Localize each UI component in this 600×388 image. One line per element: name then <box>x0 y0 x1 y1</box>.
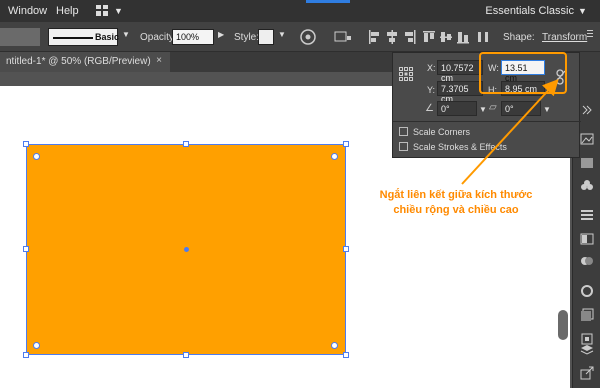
annotation-text: Ngắt liên kết giữa kích thước chiều rộng… <box>356 188 556 218</box>
annotation-line-2: chiều rộng và chiều cao <box>393 204 519 216</box>
annotation-line-1: Ngắt liên kết giữa kích thước <box>379 189 533 201</box>
